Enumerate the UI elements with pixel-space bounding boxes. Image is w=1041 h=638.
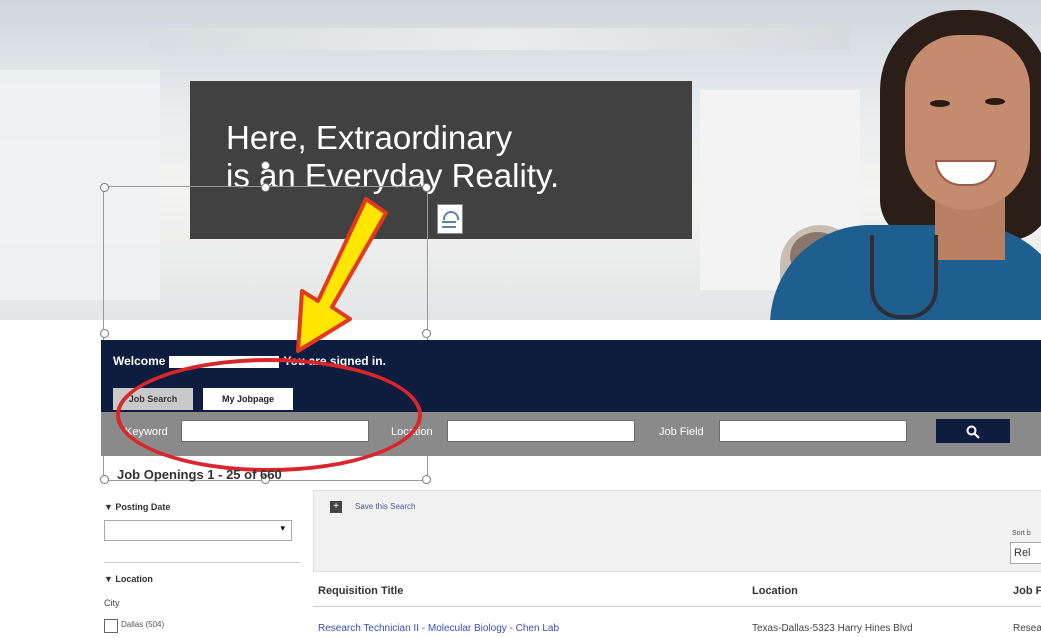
- nurse-eye: [985, 98, 1005, 105]
- save-search-link[interactable]: Save this Search: [355, 502, 415, 511]
- headline: Here, Extraordinary is an Everyday Reali…: [226, 119, 559, 195]
- ceiling-light: [150, 28, 850, 50]
- resize-handle[interactable]: [422, 329, 431, 338]
- city-checkbox-dallas[interactable]: [104, 619, 118, 633]
- save-search-icon[interactable]: +: [330, 501, 342, 513]
- search-button[interactable]: [936, 419, 1010, 443]
- search-icon: [966, 425, 980, 440]
- filter-divider: [104, 562, 300, 563]
- results-toolbar: [313, 490, 1041, 572]
- layout-options-icon[interactable]: [437, 204, 463, 234]
- chevron-down-icon: ▾: [280, 523, 285, 533]
- annotation-ellipse: [116, 358, 422, 472]
- column-header-job-field[interactable]: Job F: [1013, 585, 1041, 597]
- headline-line-1: Here, Extraordinary: [226, 119, 513, 156]
- location-input[interactable]: [447, 420, 635, 442]
- welcome-prefix: Welcome: [113, 354, 166, 368]
- job-location: Texas-Dallas-5323 Harry Hines Blvd: [752, 623, 913, 634]
- nurse-eye: [930, 100, 950, 107]
- resize-handle[interactable]: [422, 183, 431, 192]
- posting-date-select[interactable]: ▾: [104, 520, 292, 541]
- resize-handle[interactable]: [100, 183, 109, 192]
- sort-select[interactable]: Rel: [1010, 542, 1041, 564]
- resize-handle[interactable]: [100, 329, 109, 338]
- filter-location-label[interactable]: ▼ Location: [104, 574, 153, 584]
- job-title-link[interactable]: Research Technician II - Molecular Biolo…: [318, 623, 559, 634]
- job-field-input[interactable]: [719, 420, 907, 442]
- table-header-divider: [313, 606, 1041, 607]
- column-header-title[interactable]: Requisition Title: [318, 585, 403, 597]
- rotate-handle[interactable]: [261, 161, 270, 170]
- resize-handle[interactable]: [422, 475, 431, 484]
- job-field: Resea: [1013, 623, 1041, 634]
- stethoscope: [870, 235, 938, 319]
- job-field-label: Job Field: [659, 426, 704, 438]
- resize-handle[interactable]: [100, 475, 109, 484]
- resize-handle[interactable]: [261, 183, 270, 192]
- filter-posting-date-label[interactable]: ▼ Posting Date: [104, 502, 170, 512]
- results-heading: Job Openings 1 - 25 of 660: [117, 467, 282, 482]
- column-header-location[interactable]: Location: [752, 585, 798, 597]
- sort-label: Sort b: [1012, 530, 1031, 537]
- city-label: City: [104, 598, 120, 608]
- annotation-arrow-icon: [296, 197, 388, 353]
- city-dallas-label: Dallas (504): [121, 620, 165, 629]
